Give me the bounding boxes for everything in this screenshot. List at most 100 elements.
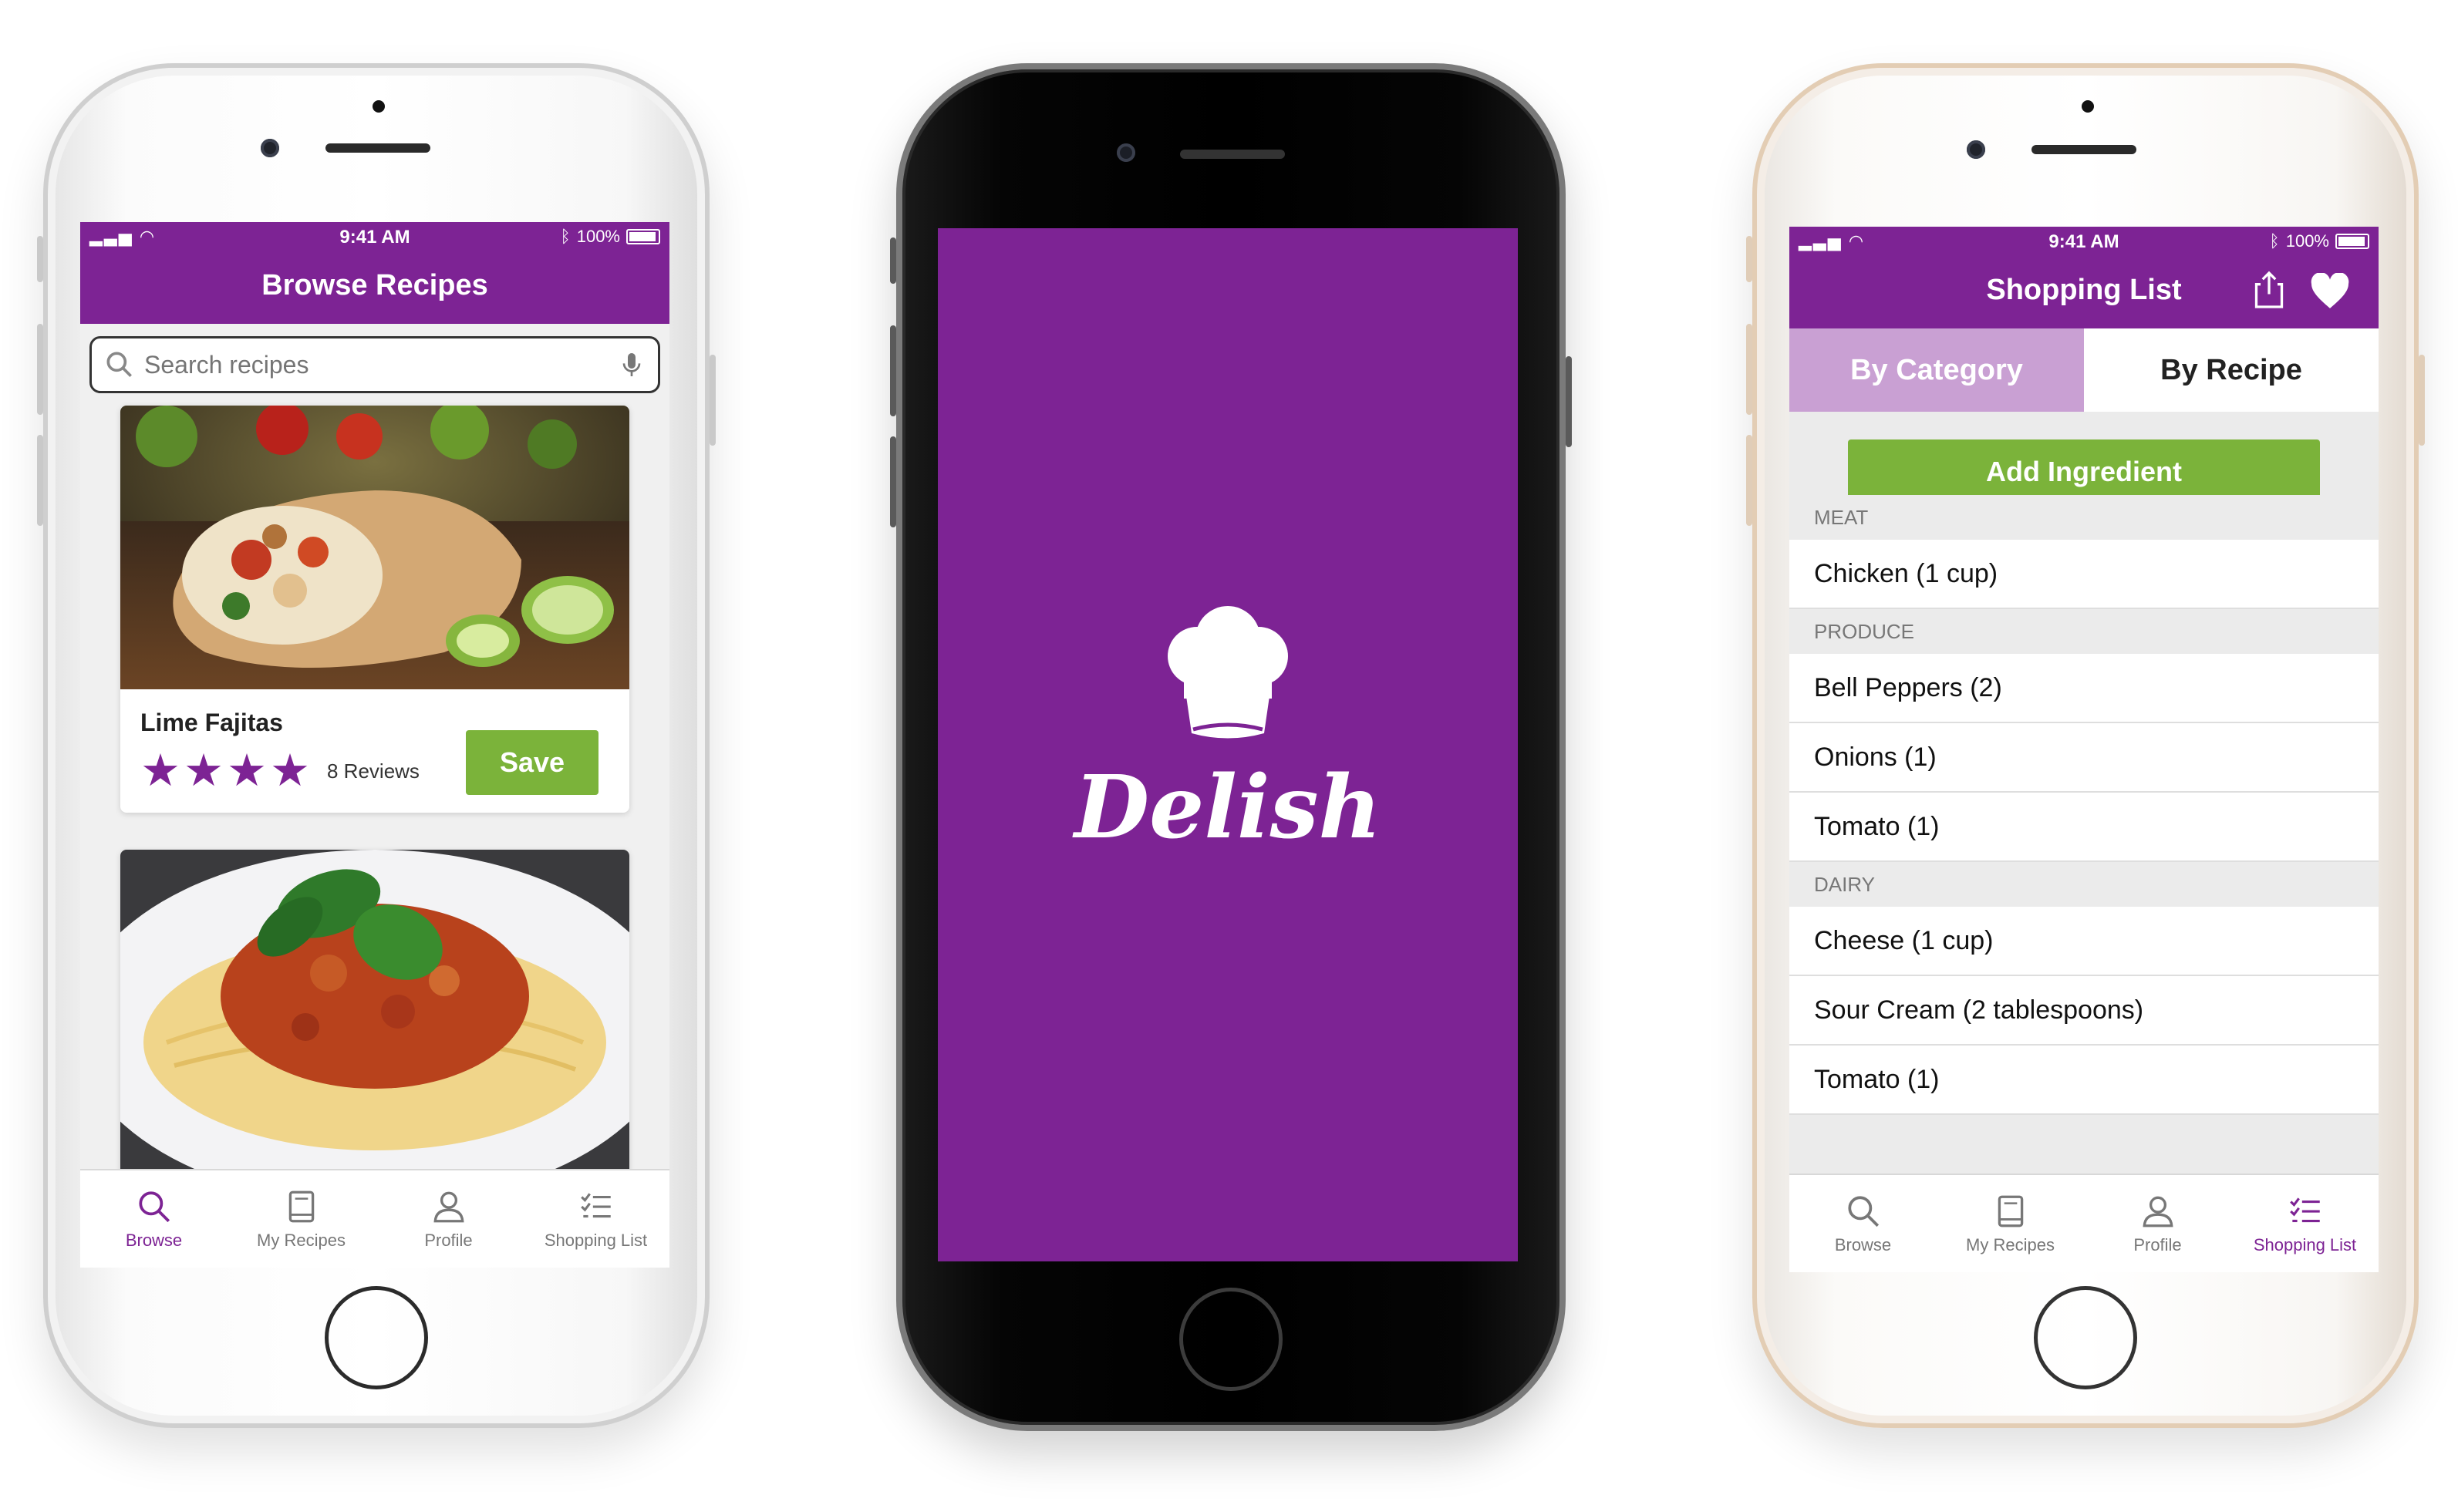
volume-down: [890, 436, 896, 527]
volume-up: [890, 325, 896, 416]
tab-label: Browse: [1834, 1235, 1892, 1254]
star-icon: ★: [184, 746, 224, 796]
recipe-card-footer: Lime Fajitas ★ ★ ★ ★ 8 Reviews Save: [120, 693, 629, 813]
tab-by-category[interactable]: By Category: [1789, 328, 2084, 412]
battery-percent: 100%: [2285, 231, 2329, 251]
volume-down: [1746, 435, 1752, 526]
fajita-photo: [120, 406, 629, 689]
tab-bar: Browse My Recipes Profile Shopping List: [1789, 1174, 2379, 1272]
share-icon[interactable]: [2252, 270, 2286, 310]
tab-label: Shopping List: [2253, 1235, 2357, 1254]
phone-shopping: ▂▃▅ ◠ 9:41 AM ᛒ 100% Shopping List By Ca…: [1746, 63, 2425, 1428]
earpiece: [1180, 150, 1285, 159]
tab-browse[interactable]: Browse: [1789, 1175, 1937, 1272]
segmented-control: By Category By Recipe: [1789, 328, 2379, 412]
checklist-icon: [2289, 1197, 2320, 1223]
book-icon: [1998, 1195, 2023, 1227]
front-camera: [261, 139, 279, 157]
status-bar: ▂▃▅ ◠ 9:41 AM ᛒ 100%: [80, 222, 669, 251]
home-button[interactable]: [1179, 1288, 1283, 1391]
mute-switch: [37, 236, 43, 282]
person-icon: [433, 1191, 464, 1223]
front-sensor: [2082, 100, 2094, 113]
search-icon: [1847, 1196, 1879, 1227]
bluetooth-icon: ᛒ: [560, 227, 571, 246]
volume-down: [37, 435, 43, 526]
list-item[interactable]: Chicken (1 cup): [1789, 540, 2379, 609]
front-sensor: [373, 100, 385, 113]
tab-bar: Browse My Recipes Profile Shopping List: [80, 1169, 669, 1268]
list-item[interactable]: Onions (1): [1789, 723, 2379, 793]
search-icon: [138, 1191, 170, 1223]
battery-percent: 100%: [576, 227, 620, 246]
search-bar[interactable]: [89, 336, 660, 393]
power-button: [1566, 356, 1572, 447]
tab-label: My Recipes: [1966, 1235, 2055, 1254]
tab-my-recipes[interactable]: My Recipes: [228, 1170, 375, 1268]
heart-icon[interactable]: [2309, 273, 2351, 310]
page-title: Shopping List: [1986, 273, 2182, 306]
recipe-card[interactable]: [120, 850, 629, 1174]
tab-profile[interactable]: Profile: [375, 1170, 522, 1268]
shopping-screen: ▂▃▅ ◠ 9:41 AM ᛒ 100% Shopping List By Ca…: [1789, 227, 2379, 1272]
logo-text: Delish: [1074, 757, 1381, 858]
page-title: Browse Recipes: [261, 268, 488, 301]
section-header-meat: MEAT: [1789, 495, 2379, 540]
status-right: ᛒ 100%: [2270, 231, 2369, 251]
browse-screen: ▂▃▅ ◠ 9:41 AM ᛒ 100% Browse Recipes Sear…: [80, 222, 669, 1268]
volume-up: [37, 324, 43, 415]
front-camera: [1967, 140, 1985, 159]
chef-hat-icon: [1168, 606, 1288, 739]
rating-stars: ★ ★ ★ ★ 8 Reviews: [140, 749, 420, 793]
list-item[interactable]: Bell Peppers (2): [1789, 654, 2379, 723]
battery-icon: [626, 229, 660, 244]
star-icon: ★: [140, 746, 180, 796]
tab-shopping-list[interactable]: Shopping List: [522, 1170, 669, 1268]
microphone-icon[interactable]: [616, 348, 647, 382]
home-button[interactable]: [325, 1286, 428, 1389]
front-camera: [1117, 143, 1135, 162]
power-button: [2419, 355, 2425, 446]
list-item[interactable]: Cheese (1 cup): [1789, 907, 2379, 976]
person-icon: [2143, 1196, 2173, 1227]
splash-screen: Delish: [938, 228, 1518, 1261]
tab-label: My Recipes: [257, 1231, 346, 1250]
tab-profile[interactable]: Profile: [2084, 1175, 2231, 1272]
section-header-produce: PRODUCE: [1789, 609, 2379, 654]
section-header-dairy: DAIRY: [1789, 862, 2379, 907]
tab-by-recipe[interactable]: By Recipe: [2084, 328, 2379, 412]
power-button: [710, 355, 716, 446]
tab-my-recipes[interactable]: My Recipes: [1937, 1175, 2084, 1272]
checklist-icon: [580, 1193, 611, 1218]
battery-icon: [2335, 234, 2369, 249]
recipe-name: Lime Fajitas: [140, 709, 283, 736]
tab-label: Profile: [2133, 1235, 2182, 1254]
save-button[interactable]: Save: [466, 730, 598, 795]
tab-label: Profile: [424, 1231, 473, 1250]
tab-label: Shopping List: [544, 1231, 648, 1250]
star-icon: ★: [227, 746, 267, 796]
tab-browse[interactable]: Browse: [80, 1170, 228, 1268]
list-item[interactable]: Tomato (1): [1789, 793, 2379, 862]
tab-label: Browse: [125, 1231, 183, 1250]
home-button[interactable]: [2034, 1286, 2137, 1389]
volume-up: [1746, 324, 1752, 415]
list-item[interactable]: Sour Cream (2 tablespoons): [1789, 976, 2379, 1046]
star-icon: ★: [270, 746, 310, 796]
reviews-count: 8 Reviews: [327, 759, 420, 783]
ingredient-list: MEAT Chicken (1 cup) PRODUCE Bell Pepper…: [1789, 495, 2379, 1175]
bluetooth-icon: ᛒ: [2269, 231, 2280, 251]
tab-shopping-list[interactable]: Shopping List: [2231, 1175, 2379, 1272]
list-item[interactable]: Tomato (1): [1789, 1046, 2379, 1115]
mute-switch: [890, 237, 896, 284]
status-right: ᛒ 100%: [561, 227, 660, 247]
earpiece: [325, 143, 430, 153]
spaghetti-bolognese-photo: [120, 850, 629, 1174]
phone-browse: ▂▃▅ ◠ 9:41 AM ᛒ 100% Browse Recipes Sear…: [37, 63, 716, 1428]
earpiece: [2031, 145, 2136, 154]
recipe-card[interactable]: Lime Fajitas ★ ★ ★ ★ 8 Reviews Save: [120, 406, 629, 813]
search-input[interactable]: [143, 349, 616, 380]
status-bar: ▂▃▅ ◠ 9:41 AM ᛒ 100%: [1789, 227, 2379, 256]
mute-switch: [1746, 236, 1752, 282]
search-icon: [106, 352, 132, 377]
